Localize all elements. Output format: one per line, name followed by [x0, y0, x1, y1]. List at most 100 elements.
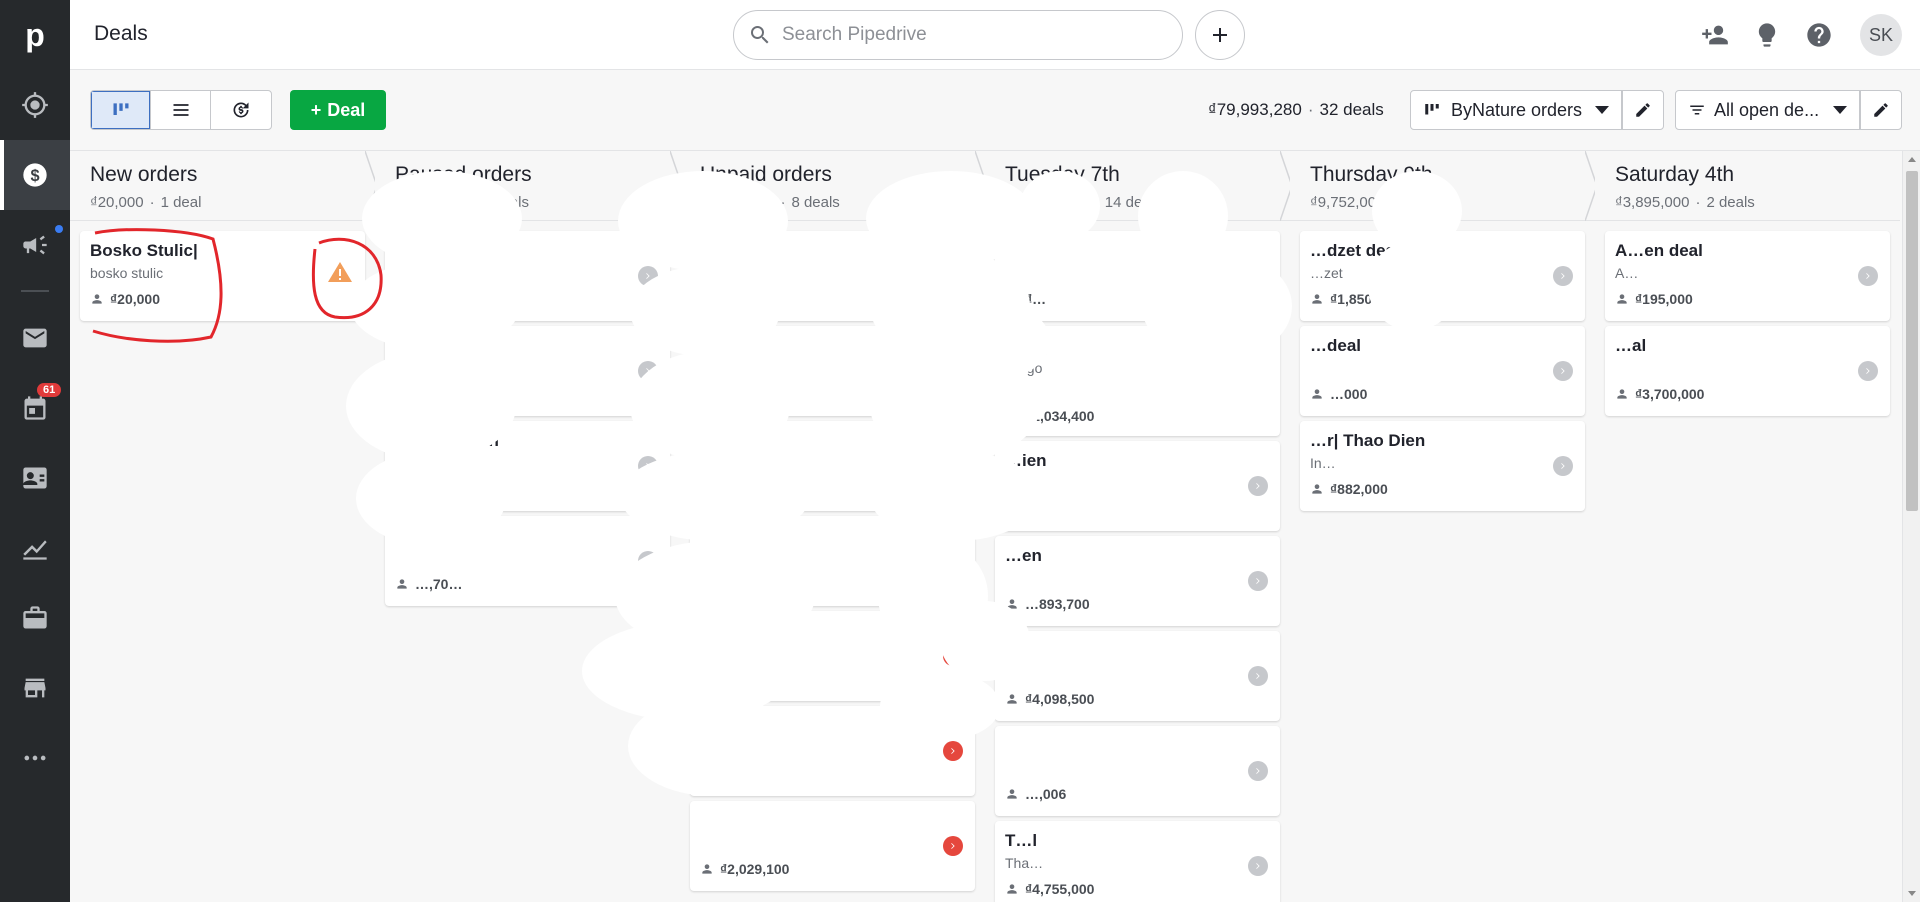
redaction-blob: [1070, 791, 1120, 811]
deal-card[interactable]: Bosko Stulic| bosko stulic ₫20,000: [80, 231, 365, 321]
stage-header[interactable]: Saturday 4th ₫3,895,000 · 2 deals: [1595, 151, 1900, 221]
deal-card[interactable]: …en …893,700: [995, 536, 1280, 626]
schedule-activity-icon[interactable]: [1248, 476, 1268, 496]
search-box[interactable]: [733, 10, 1183, 60]
person-icon: [700, 862, 714, 876]
add-deal-button[interactable]: + Deal: [290, 90, 386, 130]
deal-card[interactable]: …,006: [995, 726, 1280, 816]
campaigns-icon[interactable]: [0, 210, 70, 280]
edit-pipeline-button[interactable]: [1622, 90, 1664, 130]
plus-icon: +: [310, 99, 322, 120]
mail-icon[interactable]: [0, 303, 70, 373]
deal-card[interactable]: ₫4,098,500: [995, 631, 1280, 721]
schedule-activity-icon[interactable]: [1553, 456, 1573, 476]
pencil-icon: [1874, 103, 1888, 117]
deal-value-text: ₫2,029,100: [720, 861, 790, 877]
quick-add-button[interactable]: [1195, 10, 1245, 60]
redaction-blob: [870, 351, 1040, 461]
campaigns-notification-dot: [55, 225, 63, 233]
deal-value: ₫195,000: [1615, 291, 1693, 307]
deal-card[interactable]: A…en deal A… ₫195,000: [1605, 231, 1890, 321]
contacts-icon[interactable]: [0, 443, 70, 513]
deal-value-text: ₫4,755,000: [1025, 881, 1095, 897]
deal-organization: bosko stulic: [90, 265, 164, 281]
overdue-activity-icon[interactable]: [943, 836, 963, 856]
invite-users-icon[interactable]: [1698, 18, 1732, 52]
deal-value: ₫2,029,100: [700, 861, 789, 877]
plus-icon: [1213, 28, 1227, 42]
overdue-activity-icon[interactable]: [943, 741, 963, 761]
deal-organization: …zet: [1310, 265, 1343, 281]
help-icon[interactable]: [1802, 18, 1836, 52]
person-icon: [1310, 387, 1324, 401]
chevron-down-icon: [1833, 106, 1847, 114]
deal-value-text: ₫20,000: [110, 291, 161, 307]
person-icon: [90, 292, 104, 306]
deals-icon[interactable]: $: [0, 140, 70, 210]
deal-value-text: ₫4,098,500: [1025, 691, 1095, 707]
page-title: Deals: [94, 22, 148, 45]
stage-deal-count: 2 deals: [1706, 194, 1755, 211]
schedule-activity-icon[interactable]: [1248, 571, 1268, 591]
deals-toolbar: + Deal ₫79,993,280 · 32 deals ByNature ord…: [70, 70, 1920, 151]
deal-organization: A…: [1615, 265, 1639, 281]
deal-card[interactable]: T…l Tha… ₫4,755,000: [995, 821, 1280, 902]
redaction-blob: [630, 266, 780, 356]
deal-title: A…en deal: [1615, 241, 1703, 260]
redaction-blob: [1140, 351, 1270, 421]
scroll-up-arrow[interactable]: [1908, 157, 1916, 162]
deal-card[interactable]: …al ₫3,700,000: [1605, 326, 1890, 416]
lightbulb-icon[interactable]: [1750, 18, 1784, 52]
forecast-view-button[interactable]: [211, 91, 271, 129]
products-icon[interactable]: [0, 583, 70, 653]
warning-icon[interactable]: [327, 261, 353, 283]
pipeline-view-button[interactable]: [91, 91, 151, 129]
redaction-blob: [630, 351, 790, 461]
schedule-activity-icon[interactable]: [1248, 761, 1268, 781]
insights-icon[interactable]: [0, 513, 70, 583]
person-icon: [1005, 787, 1019, 801]
stage-header[interactable]: New orders ₫20,000 · 1 deal: [70, 151, 378, 221]
forecast-view-icon: [233, 102, 249, 118]
schedule-activity-icon[interactable]: [1858, 266, 1878, 286]
search-input[interactable]: [782, 24, 1162, 46]
deal-value: ₫882,000: [1310, 481, 1388, 497]
deal-value-text: ₫3,700,000: [1635, 386, 1705, 402]
list-view-button[interactable]: [151, 91, 211, 129]
pipeline-board: New orders ₫20,000 · 1 deal Bosko Stulic| bos…: [70, 151, 1902, 902]
pencil-icon: [1636, 103, 1650, 117]
edit-filter-button[interactable]: [1860, 90, 1902, 130]
deal-card[interactable]: …r| Thao Dien In… ₫882,000: [1300, 421, 1585, 511]
scroll-down-arrow[interactable]: [1908, 891, 1916, 896]
stage-deal-count: 8 deals: [791, 194, 840, 211]
stage-column: New orders ₫20,000 · 1 deal Bosko Stulic| bos…: [70, 151, 378, 902]
deal-title: T…l: [1005, 831, 1038, 850]
deal-title: …al: [1615, 336, 1647, 355]
filter-selector[interactable]: All open de...: [1675, 90, 1860, 130]
pipedrive-logo[interactable]: p: [0, 0, 70, 70]
deal-value-text: …,006: [1025, 786, 1067, 802]
stage-name: New orders: [90, 163, 198, 186]
schedule-activity-icon[interactable]: [1248, 856, 1268, 876]
more-icon[interactable]: [0, 723, 70, 793]
pipeline-selector[interactable]: ByNature orders: [1410, 90, 1622, 130]
marketplace-icon[interactable]: [0, 653, 70, 723]
schedule-activity-icon[interactable]: [1553, 361, 1573, 381]
redaction-blob: [940, 601, 1030, 681]
leads-icon[interactable]: [0, 70, 70, 140]
user-avatar[interactable]: SK: [1860, 14, 1902, 56]
deal-card[interactable]: …deal …000: [1300, 326, 1585, 416]
schedule-activity-icon[interactable]: [1248, 666, 1268, 686]
deal-card[interactable]: ₫2,029,100: [690, 801, 975, 891]
deal-value: ₫3,700,000: [1615, 386, 1704, 402]
view-switcher: [90, 90, 272, 130]
scroll-thumb[interactable]: [1906, 171, 1918, 511]
schedule-activity-icon[interactable]: [1553, 266, 1573, 286]
person-icon: [1005, 882, 1019, 896]
sidebar-divider: [21, 290, 49, 292]
schedule-activity-icon[interactable]: [1858, 361, 1878, 381]
board-scrollbar[interactable]: [1902, 151, 1920, 902]
redaction-blob: [346, 351, 516, 461]
stage-column: Saturday 4th ₫3,895,000 · 2 deals A…en deal A…: [1595, 151, 1900, 902]
activities-icon[interactable]: [0, 373, 70, 443]
